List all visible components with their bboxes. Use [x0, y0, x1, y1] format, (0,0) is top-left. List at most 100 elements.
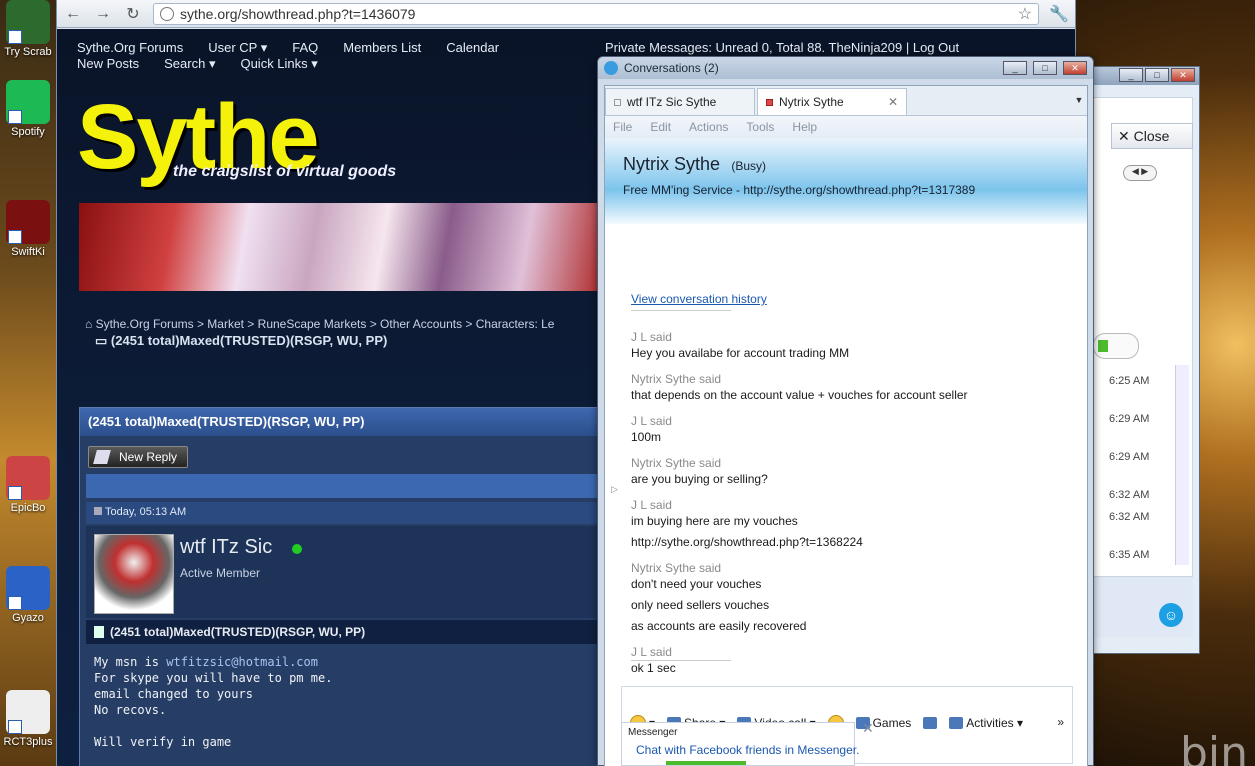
close-ad-icon[interactable]: ✕ [862, 720, 874, 737]
message-text: im buying here are my vouches [631, 514, 798, 528]
close-panel-button[interactable]: ✕ Close [1111, 123, 1193, 149]
forward-arrow-icon[interactable]: → [93, 4, 113, 24]
close-window-button[interactable]: ✕ [1171, 68, 1195, 82]
ad-link[interactable]: Chat with Facebook friends in Messenger. [636, 743, 859, 757]
conversation-body: wtf ITz Sic Sythe Nytrix Sythe ✕ ▼ File E… [604, 85, 1088, 766]
message-text: are you buying or selling? [631, 472, 768, 486]
winks-button[interactable] [923, 717, 938, 729]
message-sender: J L said [631, 330, 672, 344]
breadcrumb-text[interactable]: Sythe.Org Forums > Market > RuneScape Ma… [96, 317, 555, 331]
username[interactable]: wtf ITz Sic [180, 536, 272, 559]
maximize-button[interactable]: □ [1033, 61, 1057, 75]
wrench-icon[interactable]: 🔧 [1049, 4, 1069, 24]
reload-icon[interactable]: ↻ [123, 4, 143, 24]
globe-icon [160, 6, 174, 21]
contact-header: Nytrix Sythe (Busy) Free MM'ing Service … [605, 138, 1087, 224]
nav-link[interactable]: User CP ▾ [208, 40, 267, 56]
messenger-ad[interactable]: Messenger Chat with Facebook friends in … [621, 722, 859, 766]
post-date: Today, 05:13 AM [86, 502, 676, 524]
post-line: For skype you will have to pm me. [94, 671, 333, 685]
close-window-button[interactable]: ✕ [1063, 61, 1087, 75]
expand-arrow-icon[interactable]: ▷ [611, 484, 618, 495]
email-link[interactable]: wtfitzsic@hotmail.com [166, 655, 318, 669]
menu-item[interactable]: Tools [746, 120, 774, 134]
post-body: My msn is wtfitzsic@hotmail.com For skype… [94, 654, 332, 750]
menu-item[interactable]: Help [792, 120, 817, 134]
winks-icon [923, 717, 938, 729]
back-arrow-icon[interactable]: ← [63, 4, 83, 24]
scroll-arrows[interactable]: ◀ ▶ [1123, 165, 1157, 181]
avatar[interactable] [94, 534, 174, 614]
timestamp: 6:29 AM [1109, 451, 1150, 463]
feed-button[interactable] [1093, 333, 1139, 359]
message-text: don't need your vouches [631, 577, 762, 591]
app-icon [6, 456, 50, 500]
app-icon [6, 200, 50, 244]
nav-link[interactable]: FAQ [292, 40, 318, 56]
address-bar[interactable]: sythe.org/showthread.php?t=1436079 ☆ [153, 2, 1040, 25]
contact-name[interactable]: Nytrix Sythe [623, 154, 720, 174]
wallpaper-watermark: bin [1180, 728, 1249, 766]
nav-link[interactable]: Search ▾ [164, 56, 215, 72]
post-title: (2451 total)Maxed(TRUSTED)(RSGP, WU, PP) [86, 620, 676, 644]
minimize-button[interactable]: _ [1119, 68, 1143, 82]
message-sender: Nytrix Sythe said [631, 372, 722, 386]
message-sender: J L said [631, 645, 672, 659]
window-titlebar: Conversations (2) _ □ ✕ [598, 57, 1093, 79]
pm-status[interactable]: Private Messages: Unread 0, Total 88. Th… [605, 40, 959, 56]
more-options-button[interactable]: » [1057, 715, 1064, 729]
message-sender: J L said [631, 414, 672, 428]
nav-link[interactable]: New Posts [77, 56, 139, 72]
bookmark-star-icon[interactable]: ☆ [1018, 4, 1032, 24]
message-sender: Nytrix Sythe said [631, 456, 722, 470]
timestamp: 6:25 AM [1109, 375, 1150, 387]
window-titlebar: _ □ ✕ [1083, 67, 1199, 85]
ad-progress [666, 761, 746, 765]
nav-link[interactable]: Quick Links ▾ [240, 56, 317, 72]
menu-item[interactable]: File [613, 120, 632, 134]
tabs-dropdown-icon[interactable]: ▼ [1071, 95, 1087, 115]
activities-icon [949, 717, 964, 729]
contact-status: (Busy) [731, 159, 767, 173]
desktop-icon-label: SwiftKi [11, 246, 45, 258]
menu-item[interactable]: Actions [689, 120, 728, 134]
nav-link[interactable]: Members List [343, 40, 421, 56]
desktop-icon[interactable]: Spotify [0, 80, 56, 138]
new-reply-button[interactable]: New Reply [88, 446, 188, 468]
desktop-icon[interactable]: SwiftKi [0, 200, 56, 258]
view-history-link[interactable]: View conversation history [631, 292, 767, 306]
desktop-icon[interactable]: EpicBo [0, 456, 56, 514]
breadcrumb[interactable]: ⌂ Sythe.Org Forums > Market > RuneScape … [85, 317, 554, 331]
maximize-button[interactable]: □ [1145, 68, 1169, 82]
window-title: Conversations (2) [624, 61, 719, 75]
nav-link[interactable]: Calendar [446, 40, 499, 56]
busy-status-icon [766, 98, 773, 106]
close-tab-icon[interactable]: ✕ [888, 95, 898, 109]
activities-button[interactable]: Activities ▾ [949, 716, 1023, 730]
tab-nytrix-sythe[interactable]: Nytrix Sythe ✕ [757, 88, 907, 115]
tab-wtf-itz-sic[interactable]: wtf ITz Sic Sythe [605, 88, 755, 115]
message-text: http://sythe.org/showthread.php?t=136822… [631, 535, 863, 549]
timestamp: 6:29 AM [1109, 413, 1150, 425]
menu-item[interactable]: Edit [650, 120, 671, 134]
desktop-icon[interactable]: Gyazo [0, 566, 56, 624]
divider [631, 310, 731, 311]
ad-brand: Messenger [628, 727, 678, 738]
conversation-tabs: wtf ITz Sic Sythe Nytrix Sythe ✕ ▼ [605, 86, 1087, 116]
messenger-main-window: _ □ ✕ ✕ Close ◀ ▶ 6:25 AM 6:29 AM 6:29 AM 6… [1082, 66, 1200, 654]
folder-icon: ▭ [95, 333, 111, 348]
scrollbar[interactable] [1175, 365, 1189, 565]
pencil-icon [93, 450, 111, 464]
app-icon [6, 690, 50, 734]
nav-link[interactable]: Sythe.Org Forums [77, 40, 183, 56]
desktop-icon[interactable]: RCT3plus [0, 690, 56, 748]
desktop-icon[interactable]: Try Scrab [0, 0, 56, 58]
emoticon-icon[interactable]: ☺ [1159, 603, 1183, 627]
personal-message: Free MM'ing Service - http://sythe.org/s… [623, 183, 976, 197]
post-line: My msn is wtfitzsic@hotmail.com [94, 655, 318, 669]
desktop-icon-label: Spotify [11, 126, 45, 138]
desktop-icon-label: Try Scrab [4, 46, 52, 58]
minimize-button[interactable]: _ [1003, 61, 1027, 75]
messenger-buddy-icon [604, 61, 618, 75]
desktop-icon-label: Gyazo [12, 612, 44, 624]
